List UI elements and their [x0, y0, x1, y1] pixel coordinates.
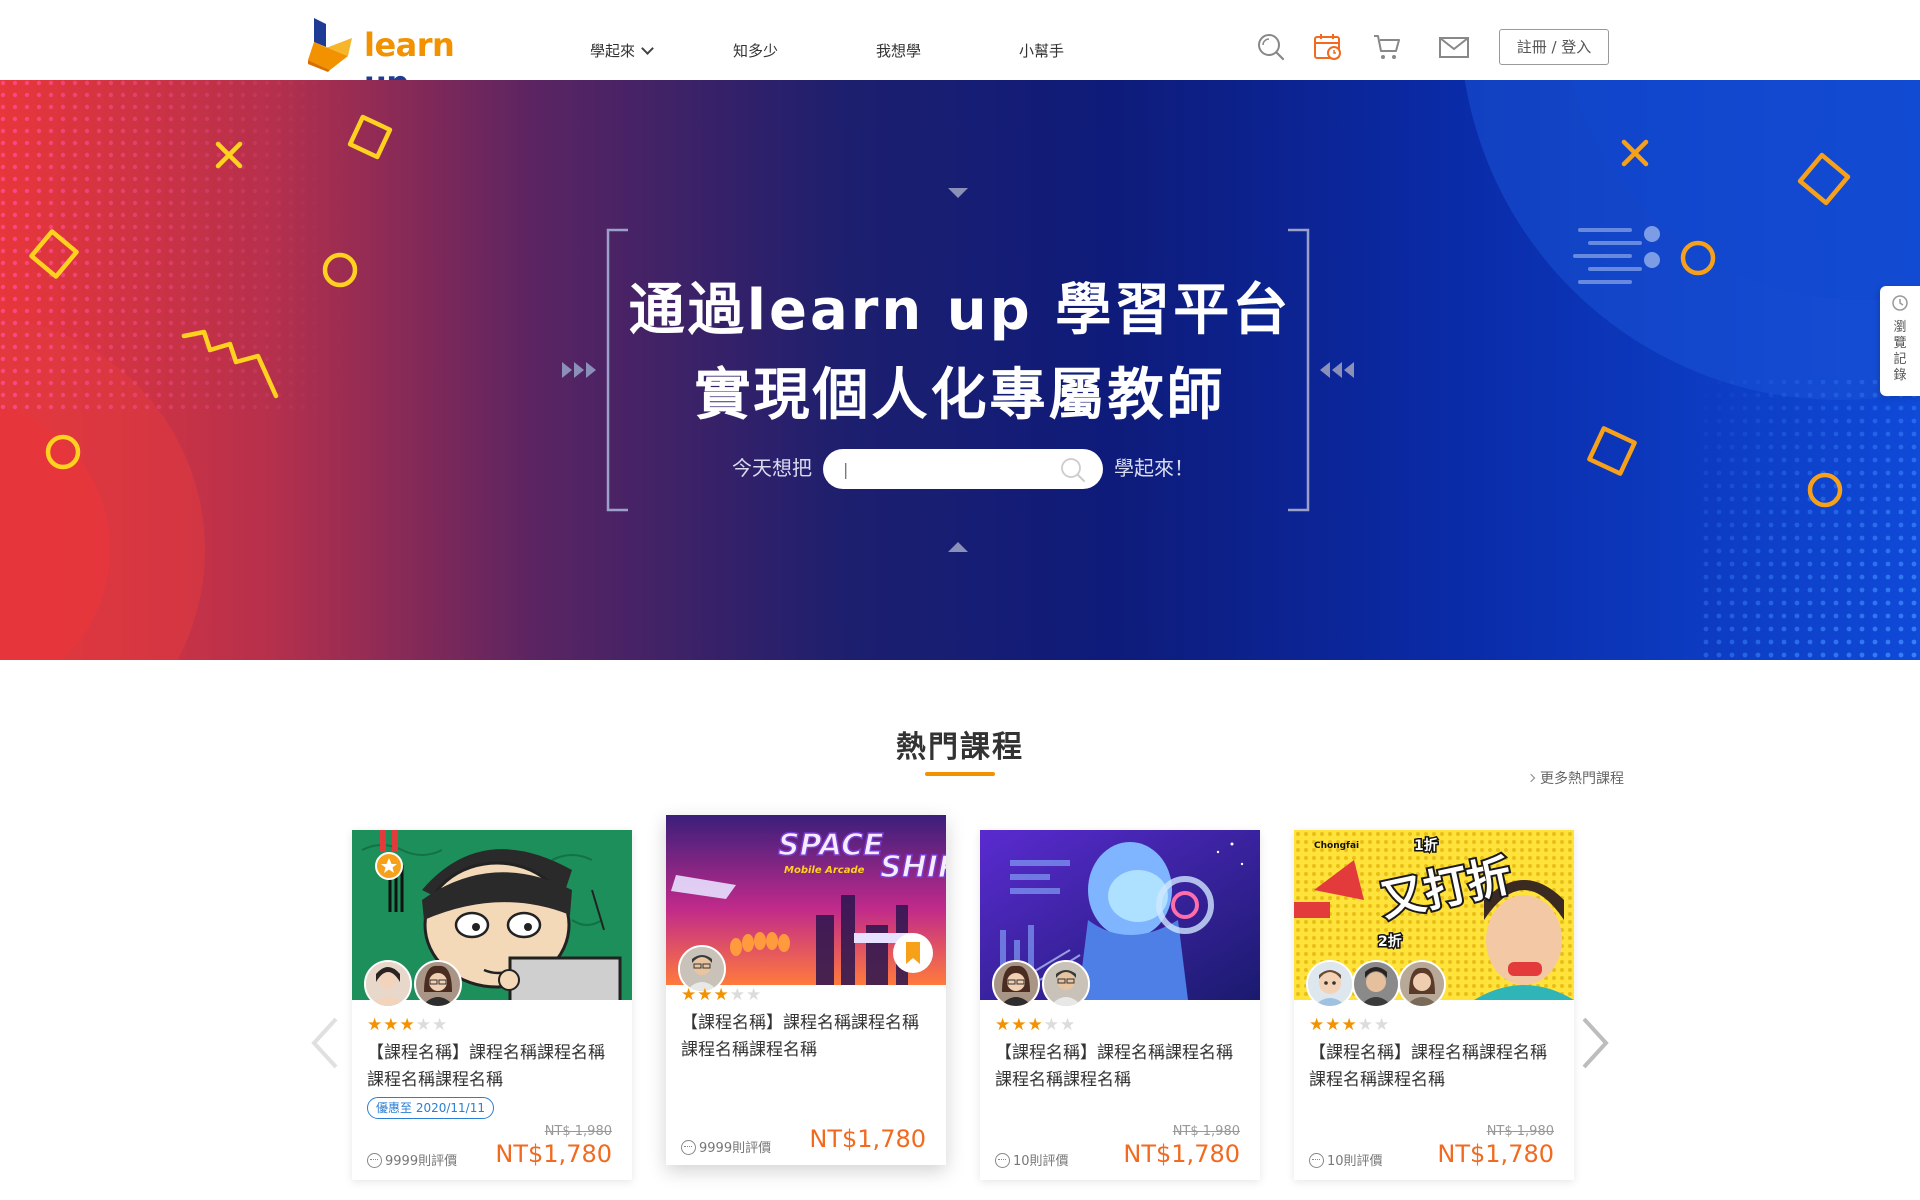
sale-price: NT$1,780 — [495, 1140, 612, 1168]
course-card[interactable]: ★★★★★ 【課程名稱】課程名稱課程名稱課程名稱課程名稱 NT$ 1,980 1… — [980, 830, 1260, 1180]
original-price: NT$ 1,980 — [1486, 1124, 1554, 1139]
rating-stars: ★★★★★ — [995, 1015, 1077, 1035]
instructor-avatar[interactable] — [992, 960, 1040, 1008]
section-title: 熱門課程 — [896, 730, 1024, 765]
review-count-text: 10則評價 — [1013, 1154, 1069, 1169]
sale-price: NT$1,780 — [1123, 1140, 1240, 1168]
hero-search-lead: 今天想把 — [732, 456, 812, 480]
nav-item-label: 學起來 — [590, 42, 636, 60]
nav-item-label: 知多少 — [733, 42, 779, 60]
instructor-avatar[interactable] — [414, 960, 462, 1008]
chat-bubble-icon — [1309, 1153, 1324, 1168]
review-count-text: 10則評價 — [1327, 1154, 1383, 1169]
original-price: NT$ 1,980 — [1172, 1124, 1240, 1139]
rating-stars: ★★★★★ — [367, 1015, 449, 1035]
course-title[interactable]: 【課程名稱】課程名稱課程名稱課程名稱課程名稱 — [367, 1040, 617, 1094]
instructor-avatar[interactable] — [1352, 960, 1400, 1008]
rating-stars: ★★★★★ — [681, 985, 763, 1005]
instructor-avatar[interactable] — [364, 960, 412, 1008]
thumb-tag-2: 2折 — [1378, 933, 1402, 950]
thumb-title-space: SPACE — [778, 828, 884, 863]
register-login-button[interactable]: 註冊 / 登入 — [1499, 29, 1609, 65]
hero-banner: 通過learn up 學習平台 實現個人化專屬教師 今天想把 學起來！ — [0, 80, 1920, 660]
instructor-avatar[interactable] — [1306, 960, 1354, 1008]
bookmark-icon — [906, 942, 920, 964]
chevron-down-icon — [641, 42, 654, 55]
mail-icon[interactable] — [1438, 32, 1470, 62]
thumb-tag-1: 1折 — [1414, 837, 1438, 854]
learnup-logo-mark-icon — [308, 18, 352, 72]
hero-search-tail: 學起來！ — [1114, 456, 1194, 480]
course-card-featured[interactable]: SPACE Mobile Arcade SHIP ★★★★★ 【課程名稱】課程名… — [666, 815, 946, 1165]
chat-bubble-icon — [681, 1140, 696, 1155]
course-title[interactable]: 【課程名稱】課程名稱課程名稱課程名稱課程名稱 — [681, 1010, 931, 1064]
review-count-text: 9999則評價 — [385, 1154, 458, 1169]
course-title[interactable]: 【課程名稱】課程名稱課程名稱課程名稱課程名稱 — [995, 1040, 1245, 1094]
review-count: 10則評價 — [1309, 1150, 1383, 1169]
search-icon[interactable] — [1059, 456, 1087, 484]
nav-item-knowledge[interactable]: 知多少 — [733, 40, 778, 61]
logo-text-learn: learn — [364, 26, 455, 64]
review-count: 9999則評價 — [367, 1150, 457, 1169]
instructor-avatar[interactable] — [1398, 960, 1446, 1008]
search-icon[interactable] — [1256, 32, 1286, 62]
sale-price: NT$1,780 — [1437, 1140, 1554, 1168]
top-header: learn up 學起來 知多少 我想學 小幫手 — [0, 0, 1920, 102]
hero-title-line2: 實現個人化專屬教師 — [694, 363, 1226, 428]
nav-item-want-learn[interactable]: 我想學 — [876, 40, 921, 61]
sale-price: NT$1,780 — [809, 1125, 926, 1153]
learnup-logo[interactable]: learn up — [308, 16, 498, 102]
section-title-underline — [925, 772, 995, 776]
bookmark-button[interactable] — [893, 933, 933, 973]
browse-history-tab[interactable]: 瀏覽記錄 — [1880, 286, 1920, 396]
nav-item-helper[interactable]: 小幫手 — [1019, 40, 1064, 61]
promo-badge: 優惠至 2020/11/11 — [367, 1097, 494, 1119]
more-hot-courses-link[interactable]: 更多熱門課程 — [1474, 768, 1624, 788]
carousel-prev-arrow[interactable] — [306, 1015, 346, 1071]
more-link-label: 更多熱門課程 — [1540, 771, 1624, 787]
history-icon — [1892, 295, 1908, 311]
instructor-avatar[interactable] — [1042, 960, 1090, 1008]
hero-title-line1: 通過learn up 學習平台 — [628, 278, 1292, 343]
thumb-title-ship: SHIP — [880, 850, 946, 885]
review-count-text: 9999則評價 — [699, 1141, 772, 1156]
nav-item-label: 小幫手 — [1019, 42, 1065, 60]
cart-icon[interactable] — [1372, 32, 1402, 62]
course-card[interactable]: 又打折 1折 2折 Chongfai ★★★★★ 【課程名稱】課程名稱課程名稱課… — [1294, 830, 1574, 1180]
course-title[interactable]: 【課程名稱】課程名稱課程名稱課程名稱課程名稱 — [1309, 1040, 1559, 1094]
course-card[interactable]: ★★★★★ 【課程名稱】課程名稱課程名稱課程名稱課程名稱 優惠至 2020/11… — [352, 830, 632, 1180]
thumb-brand: Chongfai — [1314, 841, 1359, 851]
thumb-subtitle: Mobile Arcade — [784, 865, 865, 876]
nav-item-label: 我想學 — [876, 42, 922, 60]
original-price: NT$ 1,980 — [544, 1124, 612, 1139]
chat-bubble-icon — [367, 1153, 382, 1168]
rating-stars: ★★★★★ — [1309, 1015, 1391, 1035]
review-count: 10則評價 — [995, 1150, 1069, 1169]
chevron-right-icon — [1526, 773, 1536, 783]
chat-bubble-icon — [995, 1153, 1010, 1168]
carousel-next-arrow[interactable] — [1574, 1015, 1614, 1071]
calendar-icon[interactable] — [1313, 32, 1343, 62]
review-count: 9999則評價 — [681, 1137, 771, 1156]
nav-item-learn[interactable]: 學起來 — [590, 40, 654, 61]
award-medal-icon — [375, 830, 403, 880]
browse-history-label: 瀏覽記錄 — [1893, 320, 1907, 383]
